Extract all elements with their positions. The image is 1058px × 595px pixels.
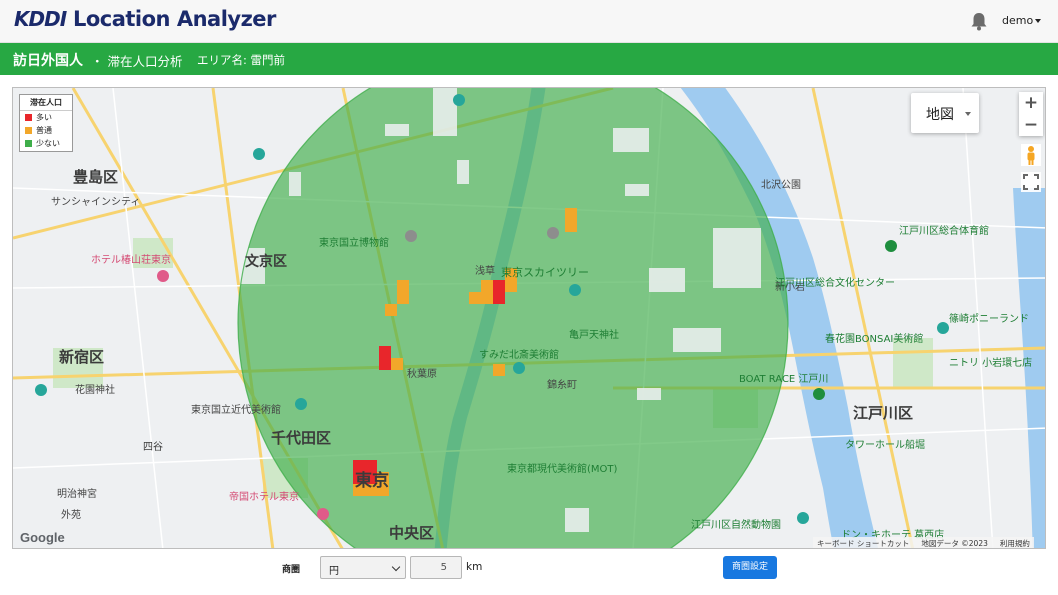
map-attribution: キーボード ショートカット 地図データ ©2023 利用規約 bbox=[813, 537, 1034, 548]
map-view[interactable]: 豊島区 文京区 新宿区 千代田区 江戸川区 東京 中央区 四谷 サンシャインシテ… bbox=[12, 87, 1046, 549]
zoom-in-button[interactable]: + bbox=[1019, 92, 1043, 114]
terms-link[interactable]: 利用規約 bbox=[1000, 539, 1030, 548]
population-legend: 滞在人口 多い 普通 少ない bbox=[19, 94, 73, 152]
chevron-down-icon bbox=[391, 562, 401, 572]
fullscreen-icon[interactable] bbox=[1021, 172, 1041, 192]
area-name: エリア名: 雷門前 bbox=[197, 53, 286, 67]
top-navbar: KDDI Location Analyzer demo bbox=[0, 0, 1058, 43]
legend-swatch-low bbox=[25, 140, 32, 147]
page-subtitle: ・ 滞在人口分析 bbox=[91, 54, 183, 69]
google-logo[interactable]: Google bbox=[20, 530, 65, 545]
radius-input[interactable]: 5 bbox=[410, 556, 462, 579]
caret-down-icon bbox=[965, 112, 971, 116]
map-data-text: 地図データ ©2023 bbox=[921, 539, 988, 548]
trade-area-label: 商圏 bbox=[282, 565, 301, 575]
legend-item: 普通 bbox=[20, 124, 72, 137]
page-title: 訪日外国人 bbox=[13, 53, 83, 69]
zoom-controls: + − bbox=[1019, 92, 1043, 136]
trade-area-shape-select[interactable]: 円 bbox=[320, 556, 406, 579]
legend-item: 少ない bbox=[20, 137, 72, 150]
radius-unit: km bbox=[466, 561, 483, 573]
legend-swatch-high bbox=[25, 114, 32, 121]
notification-bell-icon[interactable] bbox=[970, 12, 988, 31]
street-view-pegman-icon[interactable] bbox=[1021, 144, 1041, 166]
map-type-dropdown[interactable]: 地図 bbox=[911, 93, 979, 133]
legend-title: 滞在人口 bbox=[20, 97, 72, 111]
caret-down-icon bbox=[1035, 19, 1042, 23]
keyboard-shortcuts-link[interactable]: キーボード ショートカット bbox=[817, 539, 909, 548]
user-menu[interactable]: demo bbox=[1002, 14, 1042, 27]
legend-item: 多い bbox=[20, 111, 72, 124]
zoom-out-button[interactable]: − bbox=[1019, 114, 1043, 136]
page-title-bar: 訪日外国人 ・ 滞在人口分析 エリア名: 雷門前 bbox=[0, 43, 1058, 75]
apply-trade-area-button[interactable]: 商圏設定 bbox=[723, 556, 777, 579]
map-canvas[interactable] bbox=[13, 88, 1046, 549]
app-logo[interactable]: KDDI Location Analyzer bbox=[14, 7, 276, 31]
legend-swatch-medium bbox=[25, 127, 32, 134]
